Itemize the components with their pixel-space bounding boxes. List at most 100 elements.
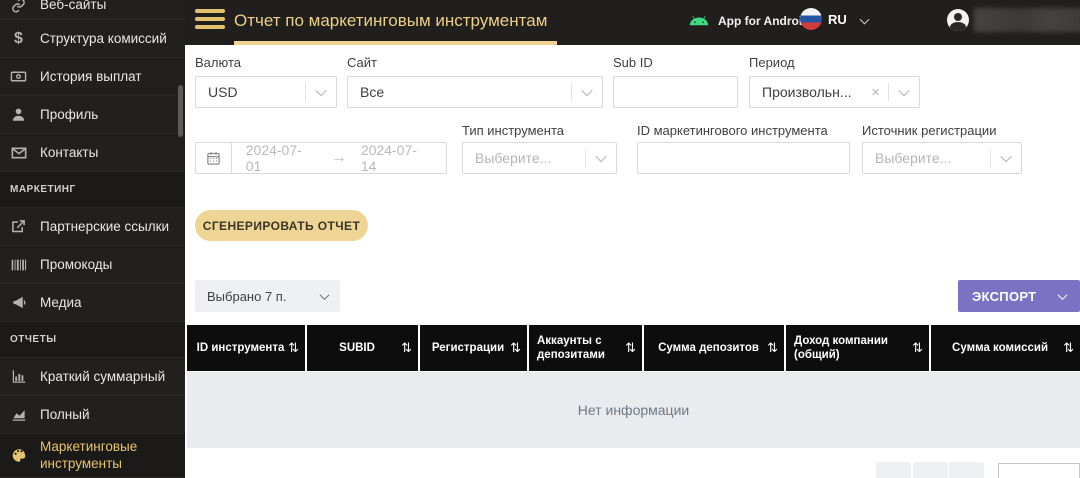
- sidebar-item-partner-links[interactable]: Партнерские ссылки: [0, 208, 185, 246]
- tool-id-label: ID маркетингового инструмента: [637, 123, 828, 138]
- language-code: RU: [828, 11, 847, 27]
- sidebar-item-commission-structure[interactable]: $ Структура комиссий: [0, 20, 185, 58]
- sort-icon[interactable]: ⇅: [401, 340, 412, 356]
- sort-icon[interactable]: ⇅: [625, 340, 636, 356]
- barcode-icon: [10, 256, 27, 273]
- table-empty-state: Нет информации: [187, 372, 1080, 448]
- columns-selected-label: Выбрано 7 п.: [207, 288, 287, 304]
- pagination-button-next[interactable]: [949, 462, 984, 478]
- sidebar-item-label: Полный: [40, 407, 90, 422]
- sidebar-scrollbar[interactable]: [178, 85, 183, 137]
- tool-id-field: [637, 142, 850, 174]
- sidebar-item-media[interactable]: Медиа: [0, 284, 185, 322]
- chevron-down-icon[interactable]: [991, 150, 1021, 163]
- tool-type-select[interactable]: Выберите...: [462, 142, 617, 174]
- currency-label: Валюта: [195, 55, 241, 70]
- sort-icon[interactable]: ⇅: [288, 340, 299, 356]
- column-header-company-income[interactable]: Доход компании (общий) ⇅: [786, 325, 929, 371]
- column-header-tool-id[interactable]: ID инструмента ⇅: [187, 325, 305, 371]
- russia-flag-icon: [800, 8, 822, 30]
- sidebar-item-label: Маркетинговые инструменты: [40, 438, 138, 471]
- sidebar-item-promocodes[interactable]: Промокоды: [0, 246, 185, 284]
- main-content: Отчет по маркетинговым инструментам App …: [185, 0, 1080, 478]
- link-icon: [10, 0, 27, 14]
- pagination-button-prev[interactable]: [913, 462, 948, 478]
- date-from[interactable]: 2024-07-01: [232, 142, 331, 174]
- title-underline: [234, 41, 557, 45]
- sidebar-item-profile[interactable]: Профиль: [0, 96, 185, 134]
- period-label: Период: [749, 55, 795, 70]
- date-range-picker[interactable]: 2024-07-01 → 2024-07-14: [195, 142, 447, 174]
- column-header-deposit-sum[interactable]: Сумма депозитов ⇅: [644, 325, 784, 371]
- subid-field: [613, 76, 738, 108]
- page-size-select[interactable]: [998, 463, 1080, 478]
- pagination-button-first[interactable]: [876, 462, 911, 478]
- sidebar-section-label: МАРКЕТИНГ: [10, 184, 76, 195]
- sidebar-item-label: История выплат: [40, 69, 142, 84]
- chevron-down-icon: [859, 14, 870, 24]
- arrow-right-icon: →: [330, 149, 347, 166]
- envelope-icon: [10, 144, 27, 161]
- subid-input[interactable]: [614, 77, 737, 107]
- export-label: ЭКСПОРТ: [972, 288, 1037, 304]
- sidebar-item-label: Веб-сайты: [40, 0, 107, 12]
- sidebar-item-label: Краткий суммарный: [40, 369, 166, 384]
- clear-icon[interactable]: ×: [863, 84, 888, 101]
- sidebar: Веб-сайты $ Структура комиссий История в…: [0, 0, 185, 478]
- site-select[interactable]: Все: [347, 76, 603, 108]
- tool-type-placeholder: Выберите...: [475, 150, 552, 166]
- sort-icon[interactable]: ⇅: [1063, 340, 1074, 356]
- calendar-icon[interactable]: [196, 143, 232, 173]
- sort-icon[interactable]: ⇅: [767, 340, 778, 356]
- sidebar-section-marketing: МАРКЕТИНГ: [0, 172, 185, 208]
- sidebar-item-payout-history[interactable]: История выплат: [0, 58, 185, 96]
- hamburger-menu-icon[interactable]: [195, 9, 225, 33]
- sidebar-item-contacts[interactable]: Контакты: [0, 134, 185, 172]
- column-header-commission-sum[interactable]: Сумма комиссий ⇅: [931, 325, 1080, 371]
- chevron-down-icon[interactable]: [306, 84, 336, 97]
- column-header-registrations[interactable]: Регистрации ⇅: [420, 325, 527, 371]
- banknote-icon: [10, 68, 27, 85]
- sidebar-item-marketing-tools[interactable]: Маркетинговые инструменты: [0, 434, 185, 478]
- area-chart-icon: [10, 406, 27, 423]
- sidebar-item-label: Промокоды: [40, 257, 113, 272]
- column-header-deposit-accounts[interactable]: Аккаунты с депозитами ⇅: [529, 325, 642, 371]
- subid-label: Sub ID: [613, 55, 653, 70]
- user-account[interactable]: [947, 8, 1080, 32]
- sidebar-item-label: Партнерские ссылки: [40, 219, 170, 234]
- reg-source-label: Источник регистрации: [862, 123, 997, 138]
- sidebar-item-full-report[interactable]: Полный: [0, 396, 185, 434]
- sort-icon[interactable]: ⇅: [912, 340, 923, 356]
- tool-type-label: Тип инструмента: [462, 123, 565, 138]
- sidebar-item-label: Контакты: [40, 145, 99, 160]
- top-bar: Отчет по маркетинговым инструментам App …: [185, 0, 1080, 45]
- export-button[interactable]: ЭКСПОРТ: [958, 280, 1080, 312]
- chevron-down-icon[interactable]: [572, 84, 602, 97]
- column-header-subid[interactable]: SUBID ⇅: [307, 325, 418, 371]
- sidebar-item-label: Структура комиссий: [40, 31, 167, 46]
- generate-report-button[interactable]: СГЕНЕРИРОВАТЬ ОТЧЕТ: [195, 210, 368, 241]
- tool-id-input[interactable]: [638, 143, 849, 173]
- table-header-row: ID инструмента ⇅ SUBID ⇅ Регистрации ⇅ А…: [187, 325, 1080, 371]
- report-table: ID инструмента ⇅ SUBID ⇅ Регистрации ⇅ А…: [187, 325, 1080, 448]
- sidebar-item-label: Профиль: [40, 107, 99, 122]
- chevron-down-icon[interactable]: [889, 84, 919, 97]
- sidebar-item-brief-summary[interactable]: Краткий суммарный: [0, 358, 185, 396]
- currency-select[interactable]: USD: [195, 76, 337, 108]
- user-name-blurred: [974, 8, 1080, 32]
- date-to[interactable]: 2024-07-14: [347, 142, 446, 174]
- chevron-down-icon[interactable]: [586, 150, 616, 163]
- period-select[interactable]: Произвольн... ×: [749, 76, 920, 108]
- chevron-down-icon: [1057, 289, 1068, 300]
- period-value: Произвольн...: [762, 84, 852, 100]
- columns-selected-dropdown[interactable]: Выбрано 7 п.: [195, 280, 340, 312]
- sidebar-section-label: ОТЧЕТЫ: [10, 334, 57, 345]
- reg-source-placeholder: Выберите...: [875, 150, 952, 166]
- avatar: [947, 9, 969, 31]
- language-selector[interactable]: RU: [800, 8, 870, 30]
- chevron-down-icon: [319, 289, 330, 300]
- currency-value: USD: [208, 84, 238, 100]
- reg-source-select[interactable]: Выберите...: [862, 142, 1022, 174]
- sidebar-item-websites[interactable]: Веб-сайты: [0, 0, 185, 20]
- sort-icon[interactable]: ⇅: [510, 340, 521, 356]
